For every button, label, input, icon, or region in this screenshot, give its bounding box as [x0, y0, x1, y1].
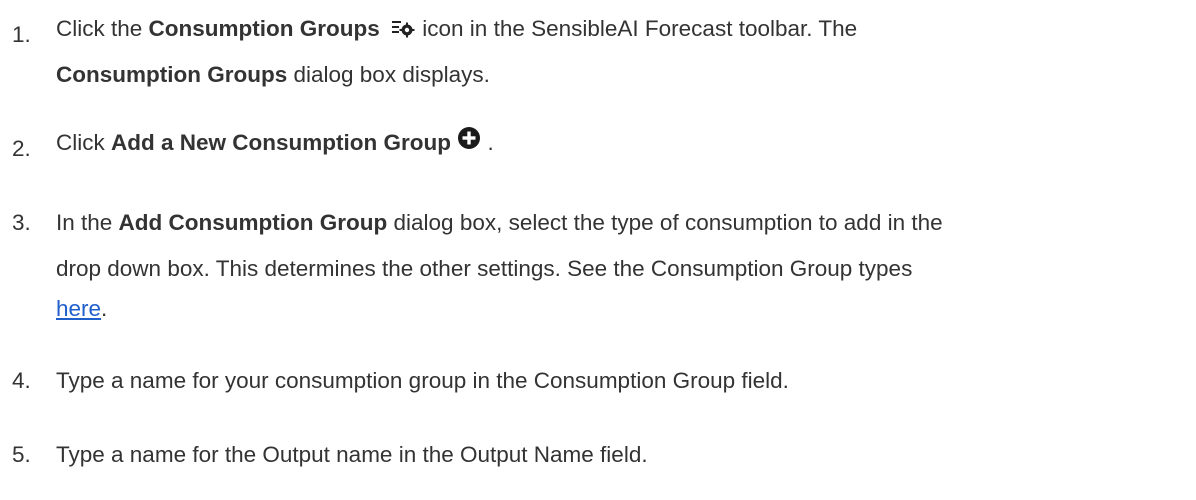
step-text-part: Click the — [56, 16, 149, 41]
step-4: 4. Type a name for your consumption grou… — [0, 358, 1196, 404]
step-number: 4. — [12, 368, 31, 393]
step-3: 3. In the Add Consumption Group dialog b… — [0, 200, 1196, 338]
consumption-groups-label: Consumption Groups — [148, 16, 380, 41]
add-new-consumption-group-label: Add a New Consumption Group — [111, 130, 451, 155]
add-consumption-group-label: Add Consumption Group — [118, 210, 388, 235]
step-text-part: In the — [56, 210, 119, 235]
step-2: 2. Click Add a New Consumption Group . — [0, 120, 1196, 166]
step-1: 1. Click the Consumption Groups icon in … — [0, 6, 1196, 98]
step-number: 2. — [12, 136, 31, 161]
step-text-part: dialog box displays. — [287, 62, 490, 87]
consumption-groups-icon — [390, 8, 416, 54]
step-text-part: drop down box. This determines the other… — [56, 256, 913, 281]
step-text-part: icon in the SensibleAI Forecast toolbar.… — [416, 16, 858, 41]
add-circle-icon — [457, 120, 481, 166]
step-text: Type a name for your consumption group i… — [56, 368, 789, 393]
step-text-part: . — [101, 296, 108, 321]
here-link[interactable]: here — [56, 296, 101, 321]
step-number: 1. — [12, 22, 31, 47]
step-number: 3. — [12, 210, 31, 235]
step-text: Click Add a New Consumption Group . — [56, 120, 1186, 166]
step-5: 5. Type a name for the Output name in th… — [0, 432, 1196, 478]
step-text-part: Click — [56, 130, 111, 155]
step-number: 5. — [12, 442, 31, 467]
step-text-part: . — [481, 130, 494, 155]
step-text: Type a name for the Output name in the O… — [56, 442, 648, 467]
consumption-groups-dialog-label: Consumption Groups — [56, 62, 288, 87]
step-text-part: dialog box, select the type of consumpti… — [387, 210, 943, 235]
